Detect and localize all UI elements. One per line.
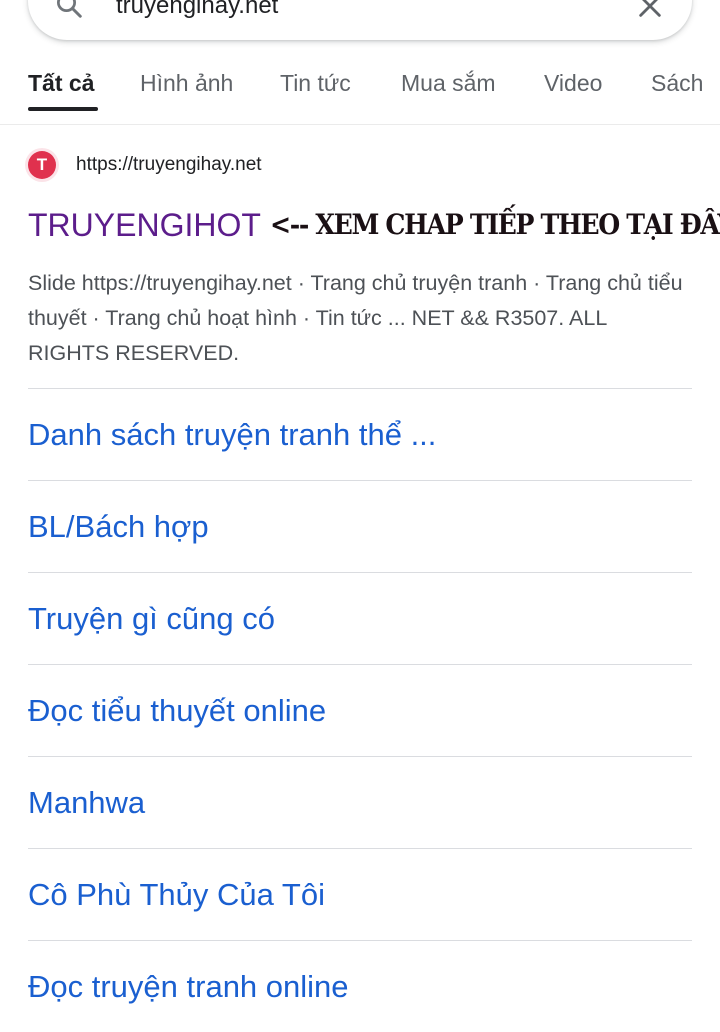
tab-shopping[interactable]: Mua sắm	[401, 70, 496, 97]
sitelinks-list: Danh sách truyện tranh thể ... BL/Bách h…	[28, 388, 692, 1032]
sitelink-item[interactable]: Đọc tiểu thuyết online	[28, 664, 692, 756]
overlay-annotation: <-- XEM CHAP TIẾP THEO TẠI ĐÂY	[270, 208, 720, 241]
result-site-row[interactable]: T https://truyengihay.net	[28, 150, 262, 180]
sitelink-item[interactable]: Manhwa	[28, 756, 692, 848]
tab-news[interactable]: Tin tức	[280, 70, 351, 97]
sitelink-item[interactable]: Danh sách truyện tranh thể ...	[28, 388, 692, 480]
search-bar[interactable]: truyengihay.net	[28, 0, 692, 40]
sitelink-item[interactable]: BL/Bách hợp	[28, 480, 692, 572]
site-favicon: T	[28, 151, 56, 179]
search-input[interactable]: truyengihay.net	[116, 0, 278, 20]
tab-images[interactable]: Hình ảnh	[140, 70, 233, 97]
tab-books[interactable]: Sách	[651, 70, 703, 97]
sitelink-item[interactable]: Cô Phù Thủy Của Tôi	[28, 848, 692, 940]
result-url[interactable]: https://truyengihay.net	[76, 154, 262, 176]
tab-all[interactable]: Tất cả	[28, 70, 94, 97]
active-tab-indicator	[28, 107, 98, 111]
sitelink-item[interactable]: Truyện gì cũng có	[28, 572, 692, 664]
result-snippet: Slide https://truyengihay.net · Trang ch…	[28, 271, 683, 365]
search-tabs: Tất cả Hình ảnh Tin tức Mua sắm Video Sá…	[0, 62, 720, 125]
tab-video[interactable]: Video	[544, 70, 602, 97]
result-title-link[interactable]: TRUYENGIHOT	[28, 207, 261, 244]
close-icon[interactable]	[636, 0, 664, 20]
search-icon[interactable]	[54, 0, 84, 20]
sitelink-item[interactable]: Đọc truyện tranh online	[28, 940, 692, 1032]
